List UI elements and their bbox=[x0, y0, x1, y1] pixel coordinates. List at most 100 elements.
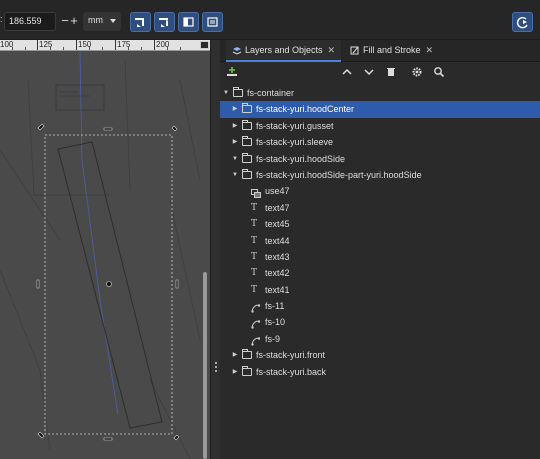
pattern-icon bbox=[207, 17, 218, 27]
layer-label: fs-11 bbox=[265, 301, 285, 312]
search-icon bbox=[434, 67, 445, 78]
horizontal-ruler[interactable]: 100 125 150 175 200 bbox=[0, 40, 210, 51]
layer-row[interactable]: ▶ fs-stack-yuri.back bbox=[220, 364, 540, 380]
layer-row[interactable]: ▶ fs-stack-yuri.hoodCenter bbox=[220, 101, 540, 118]
search-button[interactable] bbox=[432, 66, 446, 80]
ruler-minor-tick bbox=[141, 47, 142, 50]
text-icon: T bbox=[251, 235, 258, 246]
text-icon: T bbox=[251, 219, 258, 230]
text-icon: T bbox=[251, 268, 258, 279]
ruler-minor-tick bbox=[102, 47, 103, 50]
drawing-canvas[interactable] bbox=[0, 40, 210, 459]
gradient-icon bbox=[183, 17, 194, 27]
collapsed-arrow-icon[interactable]: ▶ bbox=[231, 118, 239, 134]
collapsed-arrow-icon[interactable]: ▶ bbox=[231, 134, 239, 150]
layer-row[interactable]: fs-10 bbox=[220, 314, 540, 330]
layer-row[interactable]: Ttext43 bbox=[220, 249, 540, 265]
layer-row[interactable]: ▶ fs-stack-yuri.sleeve bbox=[220, 134, 540, 150]
tab-layers-and-objects[interactable]: Layers and Objects ✕ bbox=[226, 40, 342, 62]
expanded-arrow-icon[interactable]: ▼ bbox=[222, 85, 230, 101]
folder-icon bbox=[242, 349, 252, 360]
canvas-vertical-scrollbar[interactable] bbox=[203, 272, 207, 459]
layer-label: fs-stack-yuri.hoodSide-part-yuri.hoodSid… bbox=[256, 169, 422, 180]
panel-toolbar bbox=[220, 63, 540, 83]
fill-stroke-icon bbox=[350, 46, 359, 55]
layer-row[interactable]: fs-9 bbox=[220, 331, 540, 347]
folder-icon bbox=[242, 119, 252, 130]
layer-row[interactable]: Ttext42 bbox=[220, 265, 540, 281]
ruler-minor-tick bbox=[50, 47, 51, 50]
layer-row[interactable]: Ttext47 bbox=[220, 200, 540, 216]
clone-icon bbox=[251, 187, 261, 199]
panel-splitter[interactable] bbox=[210, 40, 220, 459]
snap-toggle[interactable] bbox=[512, 12, 533, 32]
layer-label: fs-10 bbox=[265, 317, 286, 328]
transform-patterns-toggle[interactable] bbox=[202, 12, 223, 32]
path-icon bbox=[251, 335, 261, 346]
text-icon: T bbox=[251, 202, 258, 213]
layer-row[interactable]: Ttext45 bbox=[220, 216, 540, 232]
selection-handles[interactable] bbox=[0, 40, 210, 459]
chevron-up-icon bbox=[342, 68, 352, 75]
layer-row[interactable]: use47 bbox=[220, 183, 540, 199]
tab-label: Layers and Objects bbox=[245, 45, 323, 55]
move-down-button[interactable] bbox=[362, 66, 376, 80]
layer-row[interactable]: Ttext41 bbox=[220, 282, 540, 298]
folder-icon bbox=[242, 168, 252, 179]
collapsed-arrow-icon[interactable]: ▶ bbox=[231, 364, 239, 380]
ruler-minor-tick bbox=[25, 47, 26, 50]
panel-tabs: Layers and Objects ✕ Fill and Stroke ✕ bbox=[220, 40, 540, 62]
move-up-button[interactable] bbox=[340, 66, 354, 80]
layer-label: fs-stack-yuri.gusset bbox=[256, 120, 334, 131]
scale-stroke-icon bbox=[135, 18, 144, 27]
field-label-fragment: : bbox=[0, 14, 3, 24]
delete-button[interactable] bbox=[384, 66, 398, 80]
ruler-tick bbox=[37, 40, 38, 50]
folder-icon bbox=[242, 152, 252, 163]
text-icon: T bbox=[251, 284, 258, 295]
expanded-arrow-icon[interactable]: ▼ bbox=[231, 151, 239, 167]
layer-row[interactable]: ▶ fs-stack-yuri.gusset bbox=[220, 118, 540, 134]
ruler-minor-tick bbox=[89, 47, 90, 50]
close-icon[interactable]: ✕ bbox=[426, 45, 434, 55]
ruler-tick bbox=[76, 40, 77, 50]
layer-row[interactable]: Ttext44 bbox=[220, 233, 540, 249]
layer-row[interactable]: ▶ fs-stack-yuri.front bbox=[220, 347, 540, 363]
ruler-tick bbox=[154, 40, 155, 50]
chevron-down-icon bbox=[364, 69, 374, 76]
close-icon[interactable]: ✕ bbox=[328, 45, 336, 55]
layer-label: text43 bbox=[265, 251, 290, 262]
layer-row[interactable]: ▼ fs-container bbox=[220, 85, 540, 101]
monitor-icon[interactable] bbox=[200, 41, 209, 49]
transform-gradients-toggle[interactable] bbox=[178, 12, 199, 32]
expanded-arrow-icon[interactable]: ▼ bbox=[231, 167, 239, 183]
dimension-input[interactable]: 186.559 bbox=[4, 12, 56, 31]
layer-row[interactable]: ▼ fs-stack-yuri.hoodSide bbox=[220, 151, 540, 167]
folder-icon bbox=[233, 87, 243, 97]
folder-icon bbox=[242, 136, 252, 147]
layer-label: fs-stack-yuri.front bbox=[256, 350, 326, 361]
collapsed-arrow-icon[interactable]: ▶ bbox=[231, 101, 239, 117]
gear-icon bbox=[412, 67, 422, 77]
unit-select[interactable]: mm bbox=[83, 12, 121, 31]
snap-icon bbox=[516, 16, 528, 29]
layers-icon bbox=[232, 47, 242, 55]
path-icon bbox=[251, 318, 261, 330]
layer-label: text42 bbox=[265, 268, 290, 279]
tab-fill-and-stroke[interactable]: Fill and Stroke ✕ bbox=[344, 40, 439, 62]
settings-button[interactable] bbox=[410, 66, 424, 80]
trash-icon bbox=[387, 68, 395, 76]
scale-stroke-toggle[interactable] bbox=[130, 12, 151, 32]
increment-button[interactable]: + bbox=[68, 13, 80, 29]
layer-row[interactable]: ▼ fs-stack-yuri.hoodSide-part-yuri.hoodSi… bbox=[220, 167, 540, 183]
grip-handle-icon[interactable] bbox=[215, 362, 217, 372]
layer-label: text45 bbox=[265, 219, 290, 230]
ruler-minor-tick bbox=[180, 47, 181, 50]
add-layer-icon bbox=[227, 67, 237, 76]
collapsed-arrow-icon[interactable]: ▶ bbox=[231, 347, 239, 363]
scale-corners-toggle[interactable] bbox=[154, 12, 175, 32]
add-layer-button[interactable] bbox=[225, 66, 239, 80]
layer-label: fs-9 bbox=[265, 333, 281, 344]
layer-row[interactable]: fs-11 bbox=[220, 298, 540, 314]
ruler-tick bbox=[115, 40, 116, 50]
